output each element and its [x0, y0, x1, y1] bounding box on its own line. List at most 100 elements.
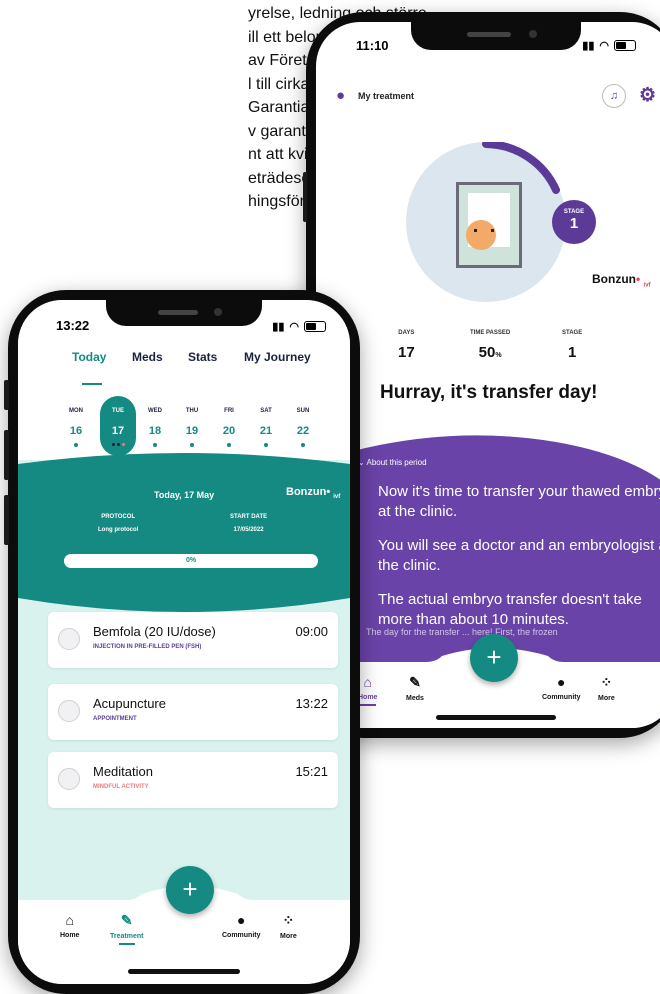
mute-switch	[4, 380, 9, 410]
stage-badge: STAGE 1	[552, 200, 596, 244]
nav-more[interactable]: ⁘ More	[598, 674, 615, 702]
protocol-info: PROTOCOL Long protocol	[98, 514, 138, 533]
day-tue[interactable]: TUE 17	[103, 408, 133, 446]
nav-active-indicator	[359, 704, 376, 706]
brand-sub: ivf	[333, 494, 341, 501]
gear-icon[interactable]: ⚙	[639, 84, 656, 107]
day-dot	[153, 443, 157, 447]
add-button[interactable]: +	[166, 866, 214, 914]
nav-label: Community	[222, 932, 261, 939]
stage-badge-value: 1	[569, 215, 579, 232]
complete-checkbox[interactable]	[58, 768, 80, 790]
protocol-value: Long protocol	[98, 527, 139, 533]
day-fri[interactable]: FRI 20	[214, 408, 244, 447]
day-number: 16	[69, 425, 83, 437]
day-label: TUE	[112, 408, 124, 414]
day-thu[interactable]: THU 19	[177, 408, 207, 447]
complete-checkbox[interactable]	[58, 628, 80, 650]
stat-value: 1	[567, 344, 577, 361]
bell-icon[interactable]: ♫	[602, 84, 626, 108]
stat-days: DAYS 17	[398, 330, 415, 361]
front-phone: 13:22 ▮▮ ◠ Today Meds Stats My Journey M…	[4, 290, 360, 994]
nav-more[interactable]: ⁘ More	[280, 912, 297, 940]
tab-meds[interactable]: Meds	[132, 350, 163, 364]
item-name: Meditation	[93, 764, 153, 779]
stat-value: 17	[398, 344, 415, 361]
item-category: MINDFUL ACTIVITY	[93, 784, 149, 790]
day-number: 20	[222, 425, 236, 437]
header-title: My treatment	[358, 91, 415, 101]
top-tabs: Today Meds Stats My Journey	[18, 350, 350, 374]
speaker	[158, 310, 198, 315]
home-icon: ⌂	[65, 912, 74, 928]
date-header: Today, 17 May	[154, 490, 215, 500]
home-indicator	[128, 969, 240, 974]
treatment-header: ● My treatment ♫ ⚙	[336, 82, 656, 112]
day-number: 17	[111, 425, 125, 437]
day-number: 19	[185, 425, 199, 437]
day-dot	[190, 443, 194, 447]
day-mon[interactable]: MON 16	[61, 408, 91, 447]
nav-label: Meds	[406, 695, 424, 702]
nav-community[interactable]: ● Community	[542, 674, 581, 701]
time-unit: %	[495, 352, 502, 359]
wifi-icon: ◠	[289, 321, 299, 333]
day-number: 22	[296, 425, 310, 437]
nav-treatment[interactable]: ✎ Treatment	[110, 912, 143, 945]
list-item[interactable]: Bemfola (20 IU/dose) INJECTION IN PRE-FI…	[48, 612, 338, 668]
nav-home[interactable]: ⌂ Home	[60, 912, 79, 939]
status-time: 13:22	[56, 318, 90, 333]
day-dot	[74, 443, 78, 447]
bullet-item: The actual embryo transfer doesn't take …	[378, 591, 642, 628]
day-wed[interactable]: WED 18	[140, 408, 170, 447]
day-sun[interactable]: SUN 22	[288, 408, 318, 447]
grid-icon: ⁘	[600, 674, 613, 690]
complete-checkbox[interactable]	[58, 700, 80, 722]
nav-active-indicator	[118, 943, 135, 945]
stats-row: DAYS 17 TIME PASSED 50% STAGE 1	[346, 330, 660, 370]
speaker	[467, 32, 511, 37]
nav-label: Community	[542, 694, 581, 701]
tab-my-journey[interactable]: My Journey	[244, 350, 311, 364]
tab-stats[interactable]: Stats	[188, 350, 217, 364]
day-label: WED	[148, 408, 162, 414]
volume-button	[303, 172, 307, 222]
nav-meds[interactable]: ✎ Meds	[406, 674, 424, 702]
stat-label: DAYS	[398, 330, 415, 336]
battery-icon	[614, 40, 636, 51]
stat-stage: STAGE 1	[562, 330, 582, 361]
day-label: SAT	[260, 408, 272, 414]
volume-down-button	[4, 495, 9, 545]
volume-up-button	[4, 430, 9, 480]
day-dot	[264, 443, 268, 447]
bullet-item: You will see a doctor and an embryologis…	[378, 537, 660, 574]
progress-label: 0%	[185, 557, 197, 564]
about-period-toggle[interactable]: ⌄ About this period	[358, 458, 427, 467]
day-number: 18	[148, 425, 162, 437]
nav-label: More	[280, 933, 297, 940]
tab-today[interactable]: Today	[72, 350, 106, 364]
list-item[interactable]: Meditation MINDFUL ACTIVITY 15:21	[48, 752, 338, 808]
progress-bar: 0%	[64, 554, 318, 568]
list-item[interactable]: Acupuncture APPOINTMENT 13:22	[48, 684, 338, 740]
time-value: 50	[478, 344, 496, 361]
nav-label: Home	[358, 694, 378, 701]
chevron-down-icon[interactable]: ⌄	[186, 456, 196, 470]
stat-label: STAGE	[562, 330, 583, 336]
day-event-dots	[108, 443, 128, 446]
user-icon[interactable]: ●	[336, 87, 345, 104]
camera	[529, 30, 537, 38]
add-button[interactable]: +	[470, 634, 518, 682]
chat-icon: ●	[557, 674, 566, 690]
day-label: THU	[185, 408, 199, 414]
nav-community[interactable]: ● Community	[222, 912, 261, 939]
nav-home[interactable]: ⌂ Home	[358, 674, 377, 706]
notch	[106, 300, 262, 326]
bullet-item: Now it's time to transfer your thawed em…	[378, 483, 660, 520]
brand-name: Bonzun	[286, 486, 327, 498]
day-sat[interactable]: SAT 21	[251, 408, 281, 447]
character-eyes	[474, 229, 494, 232]
bonzun-logo: Bonzun• ivf	[592, 272, 651, 289]
status-icons: ▮▮ ◠	[272, 320, 326, 333]
brand-name: Bonzun	[592, 272, 636, 286]
